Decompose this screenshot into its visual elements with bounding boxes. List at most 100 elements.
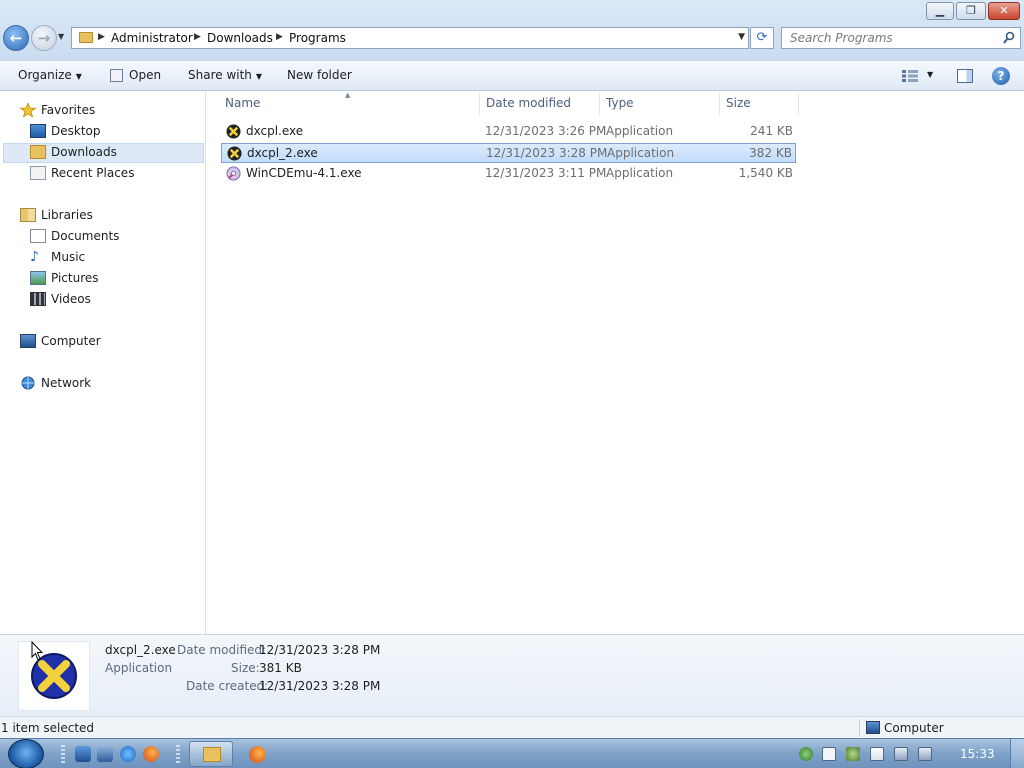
taskbar-firefox-button[interactable] [235,741,279,767]
file-thumbnail [18,641,90,711]
taskbar-explorer-button[interactable] [189,741,233,767]
maximize-button[interactable]: ❐ [956,2,986,20]
file-row[interactable]: WinCDEmu-4.1.exe 12/31/2023 3:11 PM Appl… [221,164,796,184]
nav-item-pictures[interactable]: Pictures [30,268,200,288]
nav-item-network[interactable]: Network [20,373,200,393]
column-divider[interactable] [719,93,720,115]
new-folder-button[interactable]: New folder [287,68,352,82]
file-name: dxcpl.exe [246,124,304,138]
security-tray-icon[interactable] [846,747,860,761]
share-with-button[interactable]: Share with ▼ [188,68,262,82]
libraries-icon [20,208,36,222]
internet-explorer-icon[interactable] [120,746,136,762]
folder-icon [79,32,93,43]
nav-label: Music [51,250,86,264]
nav-item-recent-places[interactable]: Recent Places [30,163,200,183]
firefox-icon[interactable] [143,746,159,762]
organize-button[interactable]: Organize ▼ [18,68,82,82]
details-date-created-label: Date created: [186,679,269,693]
breadcrumb-programs[interactable]: Programs [289,31,346,45]
nav-item-videos[interactable]: Videos [30,289,200,309]
forward-arrow-icon: → [37,29,51,47]
column-divider[interactable] [599,93,600,115]
switch-windows-icon[interactable] [97,746,113,762]
start-button[interactable] [8,739,44,768]
nav-item-favorites[interactable]: Favorites [20,100,200,120]
file-type: Application [607,146,675,160]
organize-label: Organize [18,68,72,82]
computer-icon [866,721,880,734]
column-header-size[interactable]: Size [726,96,751,110]
views-dropdown[interactable]: ▼ [927,70,933,79]
column-header-name[interactable]: Name [225,96,260,110]
change-view-icon[interactable] [902,70,918,82]
column-header-type[interactable]: Type [606,96,634,110]
recent-pages-dropdown[interactable]: ▼ [58,32,64,41]
computer-icon [20,334,36,348]
volume-muted-icon[interactable] [918,747,932,761]
nav-item-documents[interactable]: Documents [30,226,200,246]
show-desktop-button[interactable] [1010,739,1024,768]
breadcrumb-separator[interactable]: ▶ [98,32,105,42]
toolbar-grip[interactable] [61,745,65,763]
nav-label: Desktop [51,124,101,138]
forward-button[interactable]: → [31,25,57,51]
mouse-cursor-icon [31,641,43,661]
nav-item-downloads[interactable]: Downloads [30,142,200,162]
back-button[interactable]: ← [3,25,29,51]
location-status: Computer [884,721,944,735]
network-icon [21,376,35,390]
address-bar[interactable]: ▶ Administrator ▶ Downloads ▶ Programs ▼ [71,27,749,49]
taskbar: 15:33 [0,738,1024,768]
file-type: Application [606,166,674,180]
downloads-folder-icon [30,145,46,159]
music-icon: ♪ [30,249,39,265]
pictures-icon [30,271,46,285]
breadcrumb-separator[interactable]: ▶ [276,32,283,42]
breadcrumb-downloads[interactable]: Downloads [207,31,273,45]
search-input[interactable]: Search Programs [781,27,1021,49]
column-header-date-modified[interactable]: Date modified [486,96,571,110]
help-icon[interactable]: ? [992,67,1010,85]
command-bar: Organize ▼ Open Share with ▼ New folder ▼ … [0,60,1024,91]
document-tray-icon[interactable] [822,747,836,761]
file-row[interactable]: dxcpl.exe 12/31/2023 3:26 PM Application… [221,122,796,142]
network-tray-icon[interactable] [799,747,813,761]
recent-places-icon [30,166,46,180]
breadcrumb-separator[interactable]: ▶ [194,32,201,42]
nav-label: Videos [51,292,91,306]
nav-label: Network [41,376,92,390]
nav-item-libraries[interactable]: Libraries [20,205,200,225]
nav-item-music[interactable]: ♪ Music [30,247,200,267]
close-button[interactable]: ✕ [988,2,1020,20]
search-icon[interactable] [1003,31,1015,45]
refresh-button[interactable]: ⟳ [750,27,774,49]
action-center-flag-icon[interactable] [870,747,884,761]
back-arrow-icon: ← [9,29,23,47]
network-status-icon[interactable] [894,747,908,761]
details-date-modified: 12/31/2023 3:28 PM [259,643,381,657]
nav-label: Computer [41,334,101,348]
column-divider[interactable] [798,93,799,115]
file-date-modified: 12/31/2023 3:28 PM [486,146,608,160]
nav-item-computer[interactable]: Computer [20,331,200,351]
videos-icon [30,292,46,306]
toolbar-grip[interactable] [176,745,180,763]
open-button[interactable]: Open [129,68,161,82]
details-pane: dxcpl_2.exe Application Date modified: 1… [0,634,1024,716]
status-bar: 1 item selected Computer [0,716,1024,738]
nav-label: Pictures [51,271,99,285]
file-row-selected[interactable]: dxcpl_2.exe 12/31/2023 3:28 PM Applicati… [221,143,796,163]
column-divider[interactable] [479,93,480,115]
breadcrumb-administrator[interactable]: Administrator [111,31,193,45]
documents-icon [30,229,46,243]
preview-pane-icon[interactable] [957,69,973,83]
show-desktop-quicklaunch-icon[interactable] [75,746,91,762]
details-file-name: dxcpl_2.exe [105,643,176,657]
file-type: Application [606,124,674,138]
nav-item-desktop[interactable]: Desktop [30,121,200,141]
address-history-dropdown[interactable]: ▼ [738,32,745,42]
wincdemu-icon [226,166,241,181]
minimize-button[interactable]: ▁ [926,2,954,20]
taskbar-clock[interactable]: 15:33 [960,747,995,761]
